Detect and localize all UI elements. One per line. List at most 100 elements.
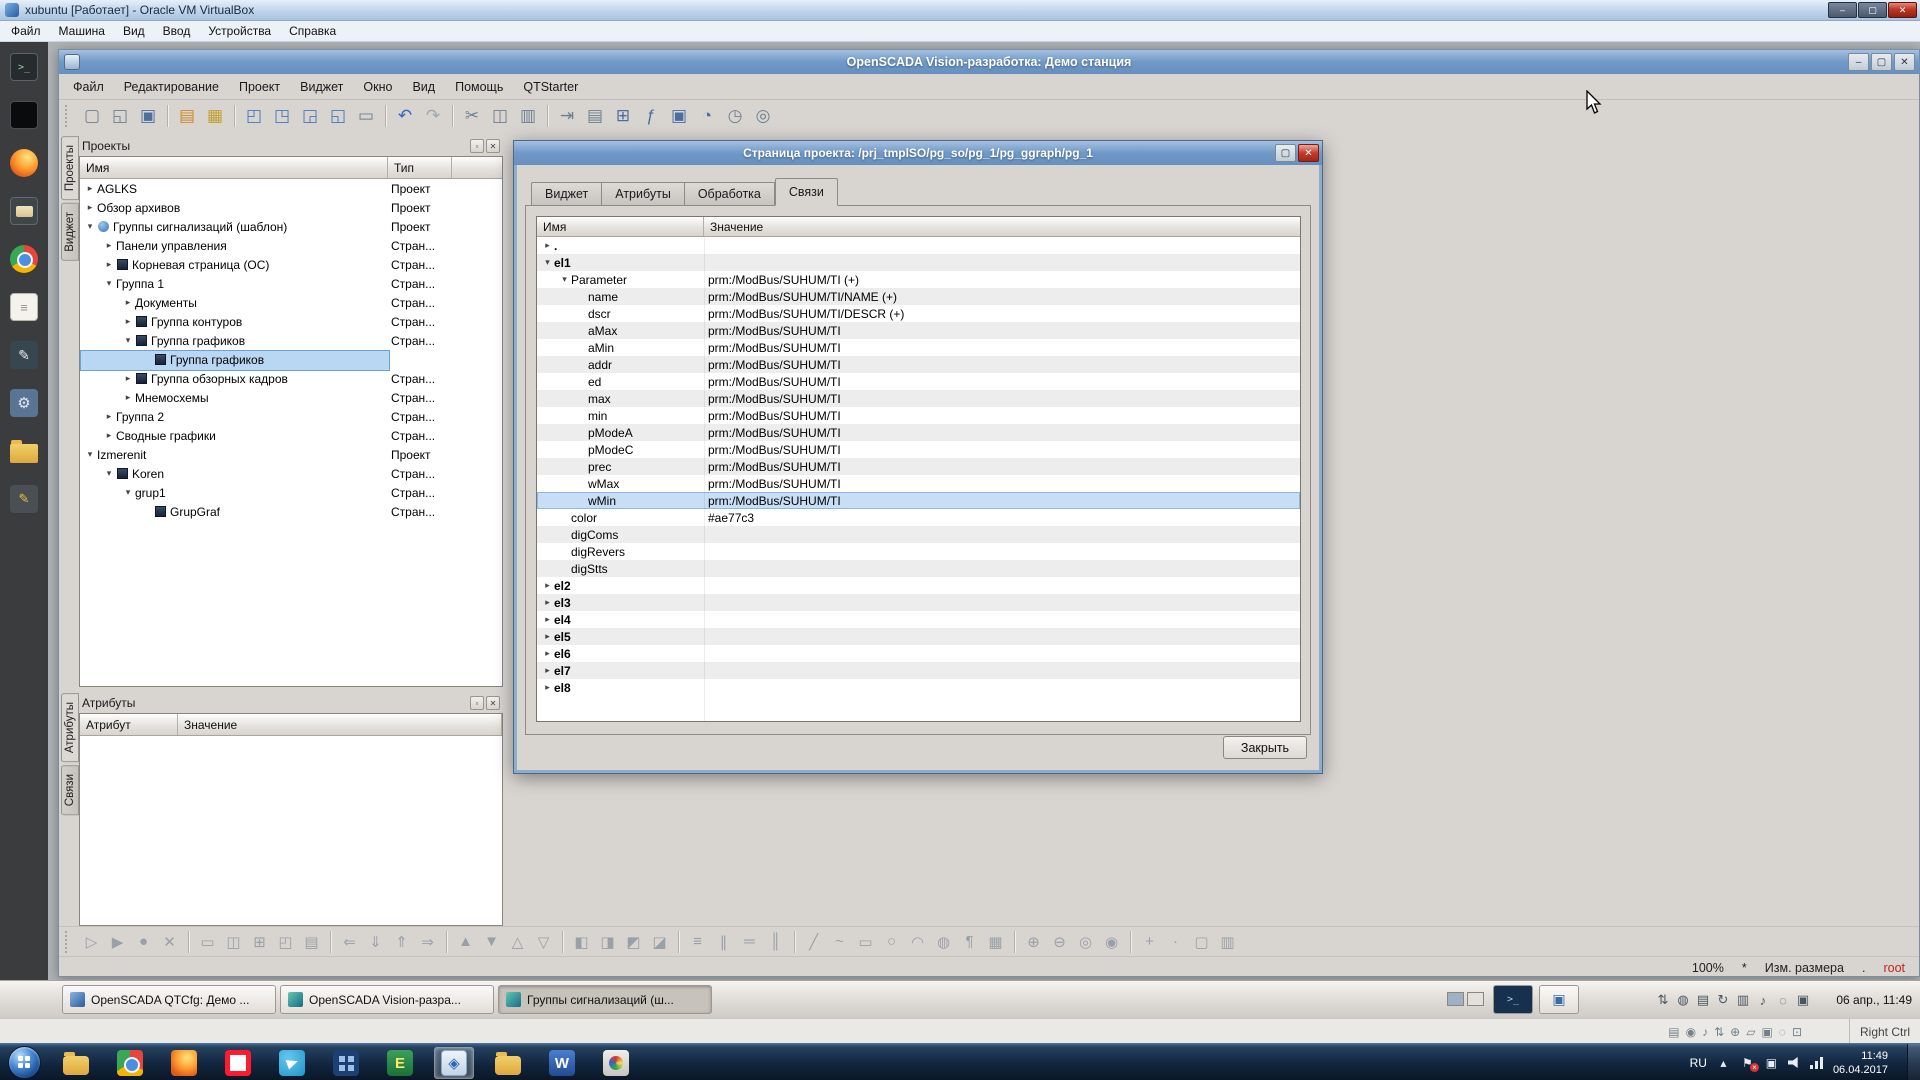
vbox-menu-item-0[interactable]: Файл — [2, 21, 50, 41]
link-row[interactable]: aMinprm:/ModBus/SUHUM/TI — [537, 339, 1300, 356]
expander-icon[interactable]: ▸ — [541, 240, 554, 251]
workspace-1[interactable] — [1447, 992, 1464, 1006]
vbox-menu-item-1[interactable]: Машина — [50, 21, 114, 41]
column-header-value[interactable]: Значение — [704, 217, 1300, 236]
screen-icon[interactable]: ▣ — [666, 103, 692, 129]
link-row[interactable]: ▸el5 — [537, 628, 1300, 645]
vbox-menu-item-5[interactable]: Справка — [280, 21, 345, 41]
os-menu-item-3[interactable]: Виджет — [290, 74, 353, 99]
display-icon[interactable] — [7, 98, 41, 132]
close-button[interactable]: Закрыть — [1223, 736, 1307, 759]
link-row[interactable]: ▸el7 — [537, 662, 1300, 679]
print-icon[interactable]: ▤ — [582, 103, 608, 129]
delete-widget-icon[interactable]: ▭ — [353, 103, 379, 129]
expander-icon[interactable]: ▸ — [102, 240, 116, 251]
workspace-2[interactable] — [1467, 992, 1484, 1006]
link-row[interactable]: ▸el8 — [537, 679, 1300, 696]
side-tab-widget[interactable]: Виджет — [61, 203, 79, 261]
copy-icon[interactable]: ◫ — [487, 103, 513, 129]
undo-icon[interactable]: ↶ — [392, 103, 418, 129]
add-link-icon[interactable]: ◱ — [325, 103, 351, 129]
maximize-icon[interactable] — [1871, 53, 1892, 71]
minimize-icon[interactable] — [1828, 2, 1857, 18]
taskbar-button-2[interactable]: Группы сигнализаций (ш... — [498, 985, 712, 1014]
link-row[interactable]: minprm:/ModBus/SUHUM/TI — [537, 407, 1300, 424]
export-icon[interactable]: ⇥ — [554, 103, 580, 129]
function-icon[interactable]: ƒ — [638, 103, 664, 129]
display-settings-icon[interactable]: ▣ — [1795, 992, 1811, 1008]
dialog-tab-3[interactable]: Связи — [775, 178, 838, 206]
opera-icon[interactable] — [218, 1047, 258, 1079]
vbox-menu-item-3[interactable]: Ввод — [154, 21, 200, 41]
link-row[interactable]: aMaxprm:/ModBus/SUHUM/TI — [537, 322, 1300, 339]
usb-icon[interactable]: ⊕ — [1730, 1025, 1740, 1039]
link-row[interactable]: wMinprm:/ModBus/SUHUM/TI — [537, 492, 1300, 509]
file-manager-icon[interactable] — [7, 194, 41, 228]
redo-icon[interactable]: ↷ — [420, 103, 446, 129]
expander-icon[interactable]: ▸ — [541, 631, 554, 642]
tree-row[interactable]: ▸Корневая страница (ОС)Стран... — [80, 255, 502, 274]
optical-icon[interactable]: ◉ — [1686, 1025, 1696, 1039]
toolbar-handle[interactable] — [65, 931, 73, 953]
show-desktop-button[interactable] — [1907, 1044, 1920, 1080]
terminal-launcher-icon[interactable]: >_ — [1493, 985, 1533, 1014]
settings-icon[interactable]: ⚙ — [7, 386, 41, 420]
display-launcher-icon[interactable]: ▣ — [1539, 985, 1579, 1014]
expander-icon[interactable]: ▸ — [541, 614, 554, 625]
os-menu-item-0[interactable]: Файл — [63, 74, 114, 99]
language-indicator[interactable]: RU — [1690, 1056, 1707, 1070]
tree-row[interactable]: ▸AGLKSПроект — [80, 179, 502, 198]
link-row[interactable]: wMaxprm:/ModBus/SUHUM/TI — [537, 475, 1300, 492]
chrome-icon[interactable] — [7, 242, 41, 276]
dialog-tab-1[interactable]: Атрибуты — [602, 182, 685, 206]
expander-icon[interactable]: ▸ — [121, 373, 135, 384]
tree-row[interactable]: ▾IzmerenitПроект — [80, 445, 502, 464]
network-icon[interactable]: ⇅ — [1714, 1025, 1724, 1039]
expander-icon[interactable]: ▸ — [121, 392, 135, 403]
expander-icon[interactable]: ▸ — [541, 580, 554, 591]
taskbar-button-0[interactable]: OpenSCADA QTCfg: Демо ... — [62, 985, 276, 1014]
expander-icon[interactable]: ▸ — [102, 411, 116, 422]
link-row[interactable]: ▸el3 — [537, 594, 1300, 611]
os-menu-item-1[interactable]: Редактирование — [114, 74, 229, 99]
link-row[interactable]: nameprm:/ModBus/SUHUM/TI/NAME (+) — [537, 288, 1300, 305]
column-header-value[interactable]: Значение — [178, 714, 502, 735]
start-button[interactable] — [8, 1046, 41, 1079]
windows-clock[interactable]: 11:49 06.04.2017 — [1833, 1049, 1888, 1077]
expander-icon[interactable]: ▸ — [121, 297, 135, 308]
devapp-icon[interactable] — [326, 1047, 366, 1079]
link-row[interactable]: pModeAprm:/ModBus/SUHUM/TI — [537, 424, 1300, 441]
record-icon[interactable]: ◌ — [1779, 1025, 1786, 1039]
network-icon[interactable]: ⇅ — [1655, 992, 1671, 1008]
expander-icon[interactable]: ▾ — [121, 335, 135, 346]
clipboard-icon[interactable]: ▤ — [1695, 992, 1711, 1008]
virtualbox-icon[interactable]: ◈ — [434, 1047, 474, 1079]
volume-icon[interactable]: ♪ — [1755, 993, 1771, 1008]
expander-icon[interactable]: ▾ — [102, 468, 116, 479]
tree-row[interactable]: ▾Группа графиковСтран... — [80, 331, 502, 350]
tree-row[interactable]: GrupGrafСтран... — [80, 502, 502, 521]
save-icon[interactable]: ▣ — [135, 103, 161, 129]
widget-library-icon[interactable]: ▤ — [174, 103, 200, 129]
link-row[interactable]: ▾el1 — [537, 254, 1300, 271]
expander-icon[interactable]: ▾ — [83, 221, 97, 232]
load-icon[interactable]: ◱ — [107, 103, 133, 129]
tree-row[interactable]: ▾KorenСтран... — [80, 464, 502, 483]
column-header-name[interactable]: Имя — [80, 157, 388, 178]
tray-expand-icon[interactable]: ▴ — [1716, 1056, 1731, 1070]
toolbar-handle[interactable] — [65, 105, 73, 127]
panel-close-icon[interactable] — [486, 139, 500, 153]
chart-icon[interactable]: ◔ — [694, 103, 720, 129]
os-menu-item-2[interactable]: Проект — [229, 74, 290, 99]
tree-row[interactable]: ▾grup1Стран... — [80, 483, 502, 502]
link-row[interactable]: edprm:/ModBus/SUHUM/TI — [537, 373, 1300, 390]
zoom-icon[interactable]: ◎ — [750, 103, 776, 129]
link-row[interactable]: color#ae77c3 — [537, 509, 1300, 526]
maximize-icon[interactable] — [1858, 2, 1887, 18]
draw-icon[interactable]: ✎ — [7, 482, 41, 516]
link-row[interactable]: digStts — [537, 560, 1300, 577]
os-menu-item-5[interactable]: Вид — [402, 74, 445, 99]
panel-close-icon[interactable] — [486, 696, 500, 710]
expander-icon[interactable]: ▸ — [541, 597, 554, 608]
add-page-icon[interactable]: ◲ — [297, 103, 323, 129]
